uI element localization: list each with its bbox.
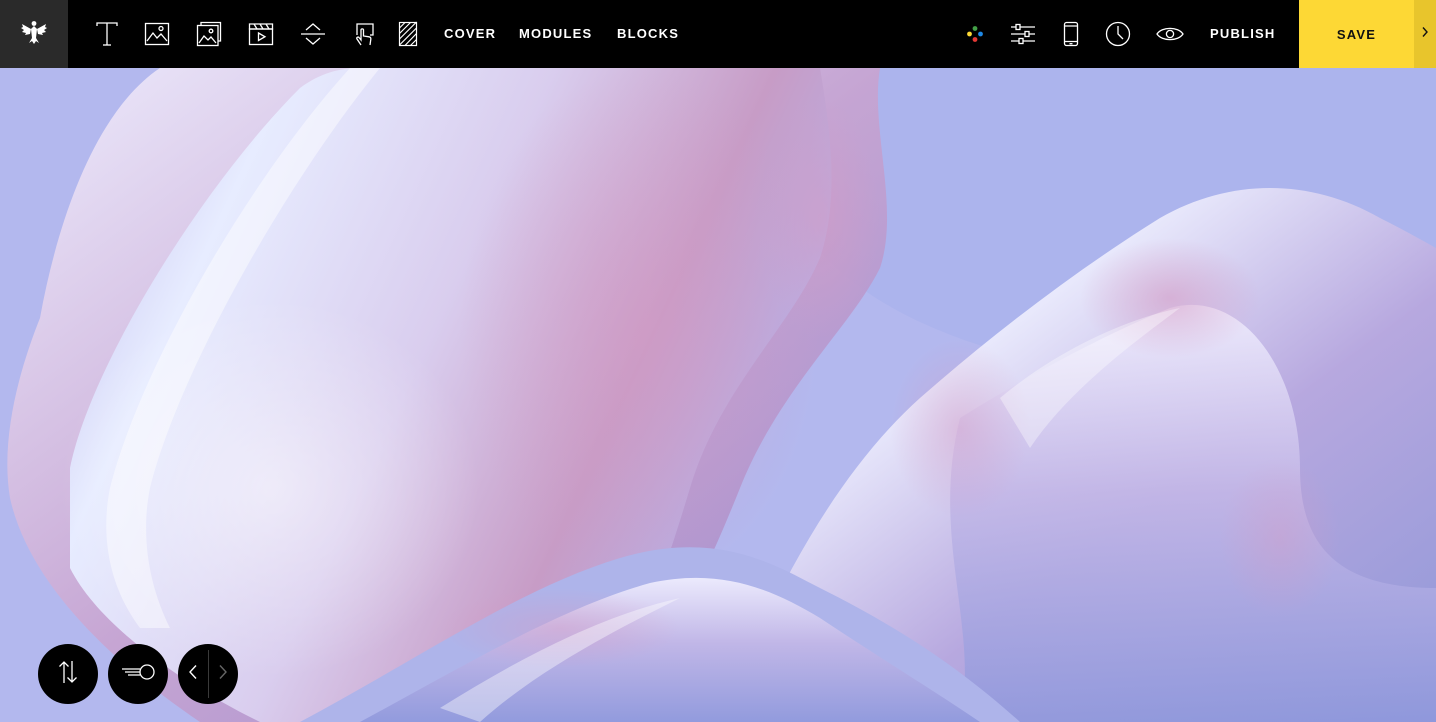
button-tool-button[interactable] <box>349 0 377 68</box>
eagle-logo-icon <box>20 18 48 51</box>
pattern-tool-button[interactable] <box>396 0 420 68</box>
layout-toggle-button[interactable] <box>108 644 168 704</box>
save-button[interactable]: SAVE <box>1299 0 1414 68</box>
chevron-right-icon <box>218 664 228 685</box>
logo-button[interactable] <box>0 0 68 68</box>
text-tool-button[interactable] <box>93 0 121 68</box>
slide-nav-control <box>178 644 238 704</box>
chevron-left-icon <box>188 664 198 685</box>
cover-background-image <box>0 68 1436 722</box>
history-tool-button[interactable] <box>1104 0 1132 68</box>
spacer-tool-button[interactable] <box>299 0 327 68</box>
image-stack-icon <box>196 21 222 47</box>
sliders-icon <box>1010 23 1036 45</box>
save-options-button[interactable] <box>1414 0 1436 68</box>
colors-tool-button[interactable] <box>962 0 988 68</box>
text-t-icon <box>95 21 119 47</box>
nav-cover[interactable]: COVER <box>444 0 496 68</box>
video-clapper-icon <box>248 22 274 46</box>
mobile-preview-button[interactable] <box>1060 0 1082 68</box>
slide-nav-divider <box>208 650 209 698</box>
hand-pointer-icon <box>351 21 375 47</box>
top-toolbar: COVER MODULES BLOCKS PUBLISH SAVE <box>0 0 1436 68</box>
publish-button[interactable]: PUBLISH <box>1210 0 1275 68</box>
nav-modules[interactable]: MODULES <box>519 0 592 68</box>
image-tool-button[interactable] <box>143 0 171 68</box>
cover-canvas[interactable] <box>0 68 1436 722</box>
chevron-right-icon <box>1421 25 1429 43</box>
gallery-tool-button[interactable] <box>195 0 223 68</box>
video-tool-button[interactable] <box>247 0 275 68</box>
preview-tool-button[interactable] <box>1155 0 1185 68</box>
image-icon <box>144 22 170 46</box>
color-dots-icon <box>965 24 985 44</box>
phone-icon <box>1063 21 1079 47</box>
eye-icon <box>1156 25 1184 43</box>
lines-circle-icon <box>120 662 156 687</box>
nav-blocks[interactable]: BLOCKS <box>617 0 679 68</box>
hatch-pattern-icon <box>398 21 418 47</box>
reorder-button[interactable] <box>38 644 98 704</box>
spacer-arrows-icon <box>300 22 326 46</box>
settings-tool-button[interactable] <box>1009 0 1037 68</box>
editor-page: COVER MODULES BLOCKS PUBLISH SAVE <box>0 0 1436 722</box>
clock-icon <box>1105 21 1131 47</box>
up-down-arrows-icon <box>57 659 79 690</box>
